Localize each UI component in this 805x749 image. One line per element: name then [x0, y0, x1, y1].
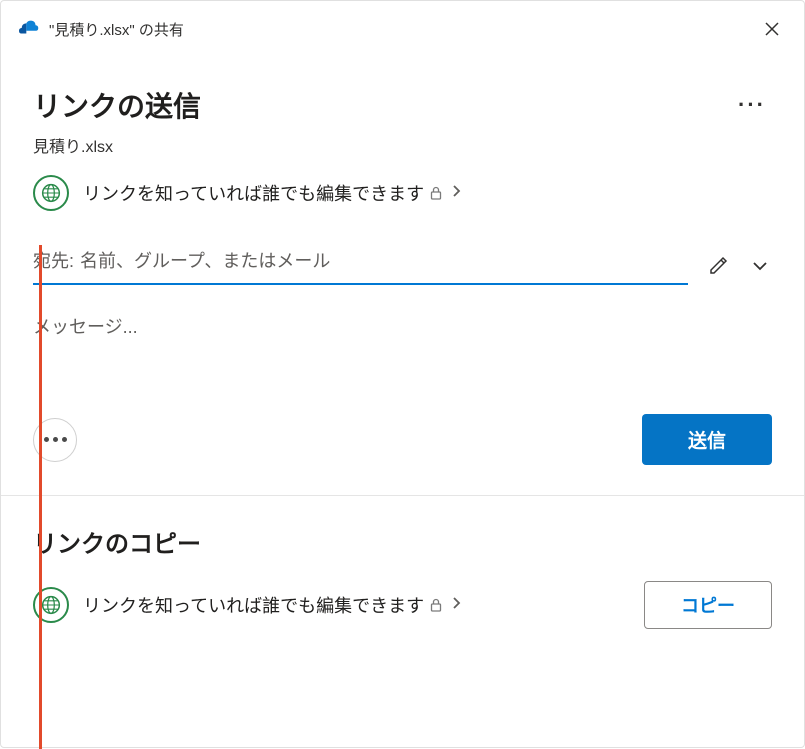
chevron-right-icon: [452, 184, 461, 203]
edit-permission-button[interactable]: [704, 252, 732, 280]
permission-text: リンクを知っていれば誰でも編集できます: [83, 180, 424, 206]
send-button[interactable]: 送信: [642, 414, 772, 465]
recipient-row: 宛先:: [33, 247, 772, 285]
more-options-button[interactable]: ···: [732, 88, 772, 122]
permission-text-row: リンクを知っていれば誰でも編集できます: [83, 592, 461, 618]
page-title: リンクの送信: [33, 85, 201, 125]
lock-icon: [430, 186, 442, 200]
header-row: リンクの送信 ···: [33, 85, 772, 125]
copy-row: リンクを知っていれば誰でも編集できます コピー: [33, 581, 772, 629]
chevron-right-icon: [452, 596, 461, 615]
globe-icon: [33, 175, 69, 211]
copy-link-settings-row[interactable]: リンクを知っていれば誰でも編集できます: [33, 587, 461, 623]
filename-label: 見積り.xlsx: [33, 133, 772, 157]
globe-icon: [33, 587, 69, 623]
message-field-container: [33, 313, 772, 378]
link-settings-row[interactable]: リンクを知っていれば誰でも編集できます: [33, 175, 772, 211]
permission-text-row: リンクを知っていれば誰でも編集できます: [83, 180, 461, 206]
more-actions-button[interactable]: [33, 418, 77, 462]
ellipsis-icon: [44, 437, 67, 442]
lock-icon: [430, 598, 442, 612]
copy-button[interactable]: コピー: [644, 581, 772, 629]
recipient-label: 宛先:: [33, 247, 74, 273]
main-content: リンクの送信 ··· 見積り.xlsx リンクを知っていれば誰でも編集できます …: [1, 55, 804, 629]
copy-permission-text: リンクを知っていれば誰でも編集できます: [83, 592, 424, 618]
recipient-field[interactable]: 宛先:: [33, 247, 688, 285]
action-row: 送信: [33, 414, 772, 495]
copy-link-section: リンクのコピー リンクを知っていれば誰でも編集できます コピー: [33, 496, 772, 629]
recipient-input[interactable]: [80, 251, 688, 272]
close-button[interactable]: [758, 15, 786, 43]
copy-section-heading: リンクのコピー: [33, 524, 772, 559]
onedrive-icon: [19, 20, 41, 38]
message-input[interactable]: [33, 313, 772, 373]
titlebar: "見積り.xlsx" の共有: [1, 1, 804, 55]
permission-dropdown-button[interactable]: [748, 257, 772, 275]
window-title: "見積り.xlsx" の共有: [49, 19, 184, 40]
